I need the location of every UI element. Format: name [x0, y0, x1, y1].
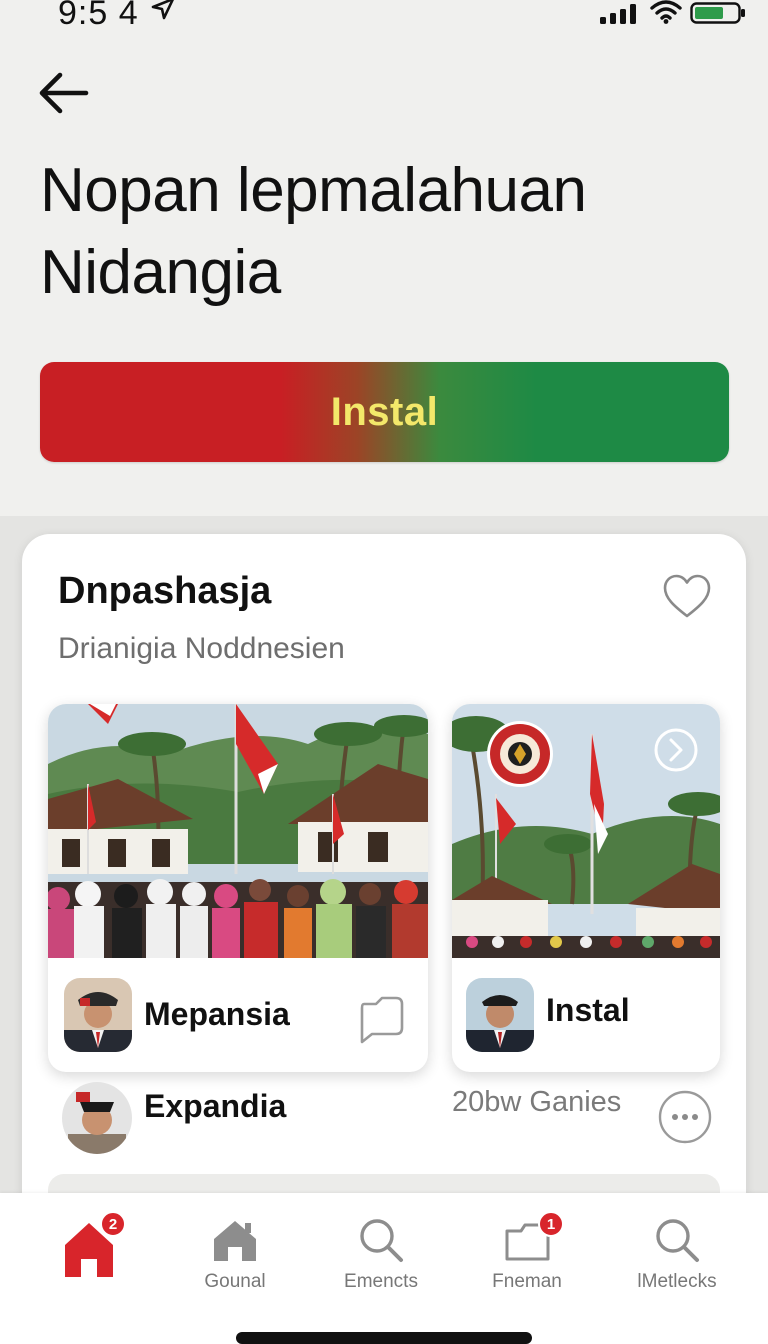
- tile-label-instal: Instal: [546, 992, 630, 1028]
- tab-home[interactable]: 2: [14, 1193, 164, 1303]
- tab-label: Gounal: [204, 1271, 266, 1292]
- card-subtitle: Drianigia Noddnesien: [58, 632, 345, 665]
- location-arrow-icon: [151, 0, 174, 20]
- house-icon: [214, 1221, 256, 1261]
- back-button[interactable]: [36, 70, 92, 116]
- more-button[interactable]: [658, 1090, 712, 1144]
- detail-card: Dnpashasja Drianigia Noddnesien Mepansia…: [22, 534, 746, 1234]
- tile-footer: Instal: [452, 958, 720, 1072]
- status-time: 9:5 4: [58, 0, 139, 32]
- battery-icon: [690, 2, 745, 24]
- search-icon: [656, 1219, 699, 1262]
- notification-badge: 2: [100, 1211, 126, 1237]
- village-flags-emblem-photo: [452, 704, 720, 958]
- row-meta: 20bw Ganies: [452, 1086, 622, 1118]
- arrow-left-icon: [39, 72, 89, 114]
- wifi-icon: [650, 0, 682, 24]
- media-tile-instal[interactable]: Instal: [452, 704, 720, 1072]
- tab-label: Fneman: [492, 1271, 562, 1292]
- row-title: Expandia: [144, 1088, 287, 1124]
- tab-metlecks[interactable]: lMetlecks: [602, 1193, 752, 1303]
- tab-gounal[interactable]: Gounal: [160, 1193, 310, 1303]
- media-tile-mepansia[interactable]: Mepansia: [48, 704, 428, 1072]
- notification-badge: 1: [538, 1211, 564, 1237]
- heart-icon: [663, 574, 711, 618]
- village-crowd-flags-photo: [48, 704, 428, 958]
- signal-icon: [600, 4, 636, 24]
- tile-label-mepansia: Mepansia: [144, 996, 290, 1032]
- page-title: Nopan lepmalahuan Nidangia: [40, 156, 587, 307]
- speech-bubble-icon[interactable]: [356, 994, 406, 1044]
- install-button[interactable]: Instal: [40, 362, 729, 462]
- more-horizontal-icon: [658, 1090, 712, 1144]
- tab-emencts[interactable]: Emencts: [306, 1193, 456, 1303]
- status-bar: 9:5 4: [0, 0, 768, 34]
- avatar: [64, 978, 132, 1052]
- tab-fneman[interactable]: 1 Fneman: [452, 1193, 602, 1303]
- tab-label: lMetlecks: [637, 1271, 717, 1292]
- avatar: [62, 1082, 132, 1154]
- tile-footer: Mepansia: [48, 958, 428, 1072]
- tab-label: Emencts: [344, 1271, 418, 1292]
- favorite-button[interactable]: [662, 572, 712, 622]
- search-icon: [360, 1219, 403, 1262]
- bottom-tab-bar: 2 Gounal Emencts 1 Fneman lMetlecks: [0, 1193, 768, 1344]
- card-title: Dnpashasja: [58, 570, 272, 612]
- home-indicator[interactable]: [236, 1332, 532, 1344]
- avatar: [466, 978, 534, 1052]
